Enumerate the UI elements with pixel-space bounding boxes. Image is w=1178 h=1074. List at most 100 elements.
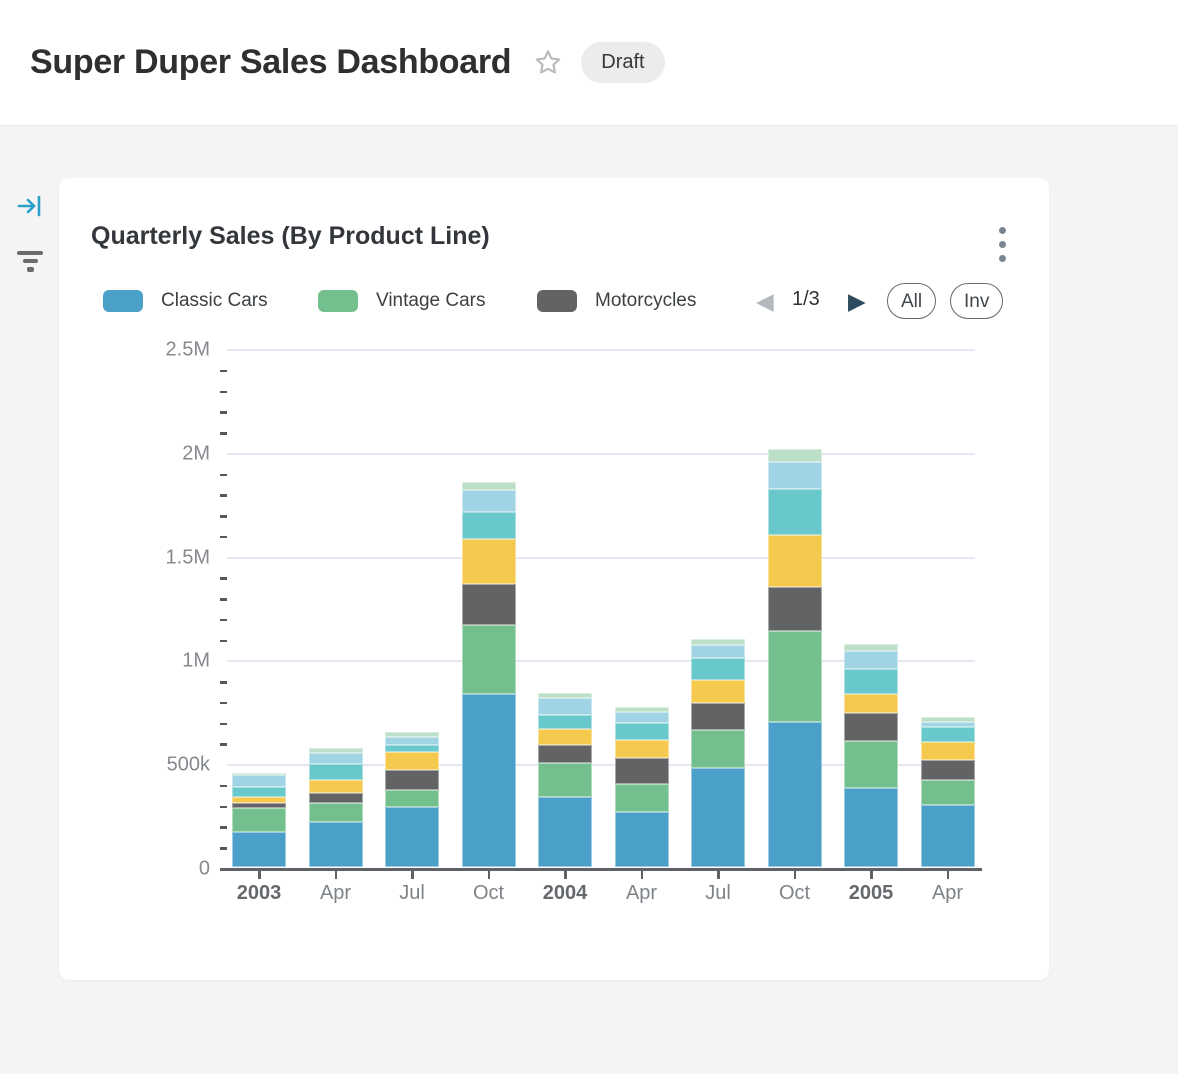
bar-segment-motorcycles[interactable] [462, 584, 516, 625]
bar-segment-vintage-cars[interactable] [538, 763, 592, 797]
y-axis-minor-tick [220, 723, 227, 726]
grid-line [227, 453, 975, 455]
legend-item-vintage-cars[interactable]: Vintage Cars [318, 281, 486, 321]
bar-segment[interactable] [768, 462, 822, 489]
bar-segment[interactable] [844, 669, 898, 694]
bar-segment-classic-cars[interactable] [232, 832, 286, 867]
bar-segment[interactable] [232, 775, 286, 787]
bar-segment-classic-cars[interactable] [385, 807, 439, 867]
bar-segment[interactable] [462, 512, 516, 539]
bar-segment[interactable] [309, 780, 363, 793]
bar-segment[interactable] [921, 727, 975, 742]
bar-segment[interactable] [844, 644, 898, 651]
bar-segment-classic-cars[interactable] [768, 722, 822, 867]
bar-apr-1 [309, 748, 363, 867]
bar-segment-vintage-cars[interactable] [691, 730, 745, 768]
y-axis-minor-tick [220, 806, 227, 809]
bar-segment[interactable] [462, 539, 516, 584]
y-axis-minor-tick [220, 494, 227, 497]
y-axis-minor-tick [220, 370, 227, 373]
bar-segment-motorcycles[interactable] [921, 760, 975, 781]
bar-segment-motorcycles[interactable] [538, 745, 592, 763]
bar-segment-motorcycles[interactable] [844, 713, 898, 741]
y-axis-minor-tick [220, 640, 227, 643]
bar-segment-motorcycles[interactable] [615, 758, 669, 784]
y-axis-minor-tick [220, 619, 227, 622]
bar-segment[interactable] [768, 449, 822, 462]
bar-segment-vintage-cars[interactable] [232, 808, 286, 832]
legend-next-page-icon[interactable]: ▶ [848, 285, 866, 317]
bar-segment[interactable] [462, 482, 516, 490]
bar-segment[interactable] [538, 729, 592, 745]
y-axis-minor-tick [220, 411, 227, 414]
legend-select-all-button[interactable]: All [887, 283, 936, 319]
x-axis-tick [335, 870, 338, 879]
bar-segment-motorcycles[interactable] [309, 793, 363, 804]
y-axis-label: 2.5M [166, 339, 210, 362]
legend-page-indicator: 1/3 [792, 288, 820, 311]
bar-segment-vintage-cars[interactable] [385, 790, 439, 808]
bar-segment-classic-cars[interactable] [615, 812, 669, 867]
y-axis-label: 1M [182, 650, 210, 673]
bar-segment[interactable] [385, 752, 439, 770]
bar-segment-motorcycles[interactable] [691, 703, 745, 730]
bar-segment[interactable] [615, 712, 669, 723]
x-axis-tick [947, 870, 950, 879]
bar-segment-classic-cars[interactable] [538, 797, 592, 867]
y-axis-minor-tick [220, 515, 227, 518]
favorite-star-icon[interactable] [533, 48, 563, 77]
bar-segment[interactable] [385, 737, 439, 745]
bar-segment-motorcycles[interactable] [768, 587, 822, 631]
bar-segment[interactable] [615, 723, 669, 740]
collapse-panel-icon[interactable] [14, 190, 46, 222]
bar-segment[interactable] [615, 740, 669, 758]
legend-swatch [537, 290, 577, 312]
bar-segment-classic-cars[interactable] [844, 788, 898, 867]
bar-segment[interactable] [385, 745, 439, 752]
bar-segment-vintage-cars[interactable] [309, 803, 363, 822]
legend-item-motorcycles[interactable]: Motorcycles [537, 281, 696, 321]
bar-oct-7 [768, 449, 822, 867]
bar-segment-vintage-cars[interactable] [844, 741, 898, 789]
more-options-icon[interactable] [989, 220, 1015, 268]
chart-title: Quarterly Sales (By Product Line) [91, 222, 490, 251]
bar-segment[interactable] [844, 694, 898, 712]
legend-invert-button[interactable]: Inv [950, 283, 1003, 319]
bar-segment-vintage-cars[interactable] [615, 784, 669, 812]
x-axis-line [220, 868, 982, 871]
y-axis-minor-tick [220, 598, 227, 601]
bar-segment[interactable] [921, 742, 975, 759]
x-axis-tick [411, 870, 414, 879]
y-axis-minor-tick [220, 743, 227, 746]
bar-segment[interactable] [691, 645, 745, 659]
bar-segment-classic-cars[interactable] [309, 822, 363, 867]
y-axis-minor-tick [220, 577, 227, 580]
bar-segment-motorcycles[interactable] [385, 770, 439, 790]
y-axis-minor-tick [220, 536, 227, 539]
bar-segment[interactable] [232, 787, 286, 797]
bar-segment-classic-cars[interactable] [462, 694, 516, 867]
bar-oct-3 [462, 482, 516, 867]
bar-segment[interactable] [768, 535, 822, 587]
bar-segment[interactable] [538, 698, 592, 715]
bar-jul-2 [385, 732, 439, 867]
bar-segment-classic-cars[interactable] [921, 805, 975, 867]
status-badge: Draft [581, 42, 664, 83]
bar-segment[interactable] [538, 715, 592, 729]
bar-segment-vintage-cars[interactable] [768, 631, 822, 722]
bar-segment-vintage-cars[interactable] [462, 625, 516, 695]
bar-segment[interactable] [691, 680, 745, 703]
bar-segment[interactable] [768, 489, 822, 535]
legend-prev-page-icon[interactable]: ◀ [756, 285, 774, 317]
bar-segment[interactable] [844, 651, 898, 670]
page-title: Super Duper Sales Dashboard [30, 43, 511, 82]
bar-segment[interactable] [691, 658, 745, 680]
y-axis-minor-tick [220, 474, 227, 477]
bar-segment-vintage-cars[interactable] [921, 780, 975, 804]
bar-segment[interactable] [309, 753, 363, 764]
bar-segment-classic-cars[interactable] [691, 768, 745, 867]
legend-item-classic-cars[interactable]: Classic Cars [103, 281, 268, 321]
filter-icon[interactable] [14, 245, 46, 277]
bar-segment[interactable] [309, 764, 363, 780]
bar-segment[interactable] [462, 490, 516, 512]
